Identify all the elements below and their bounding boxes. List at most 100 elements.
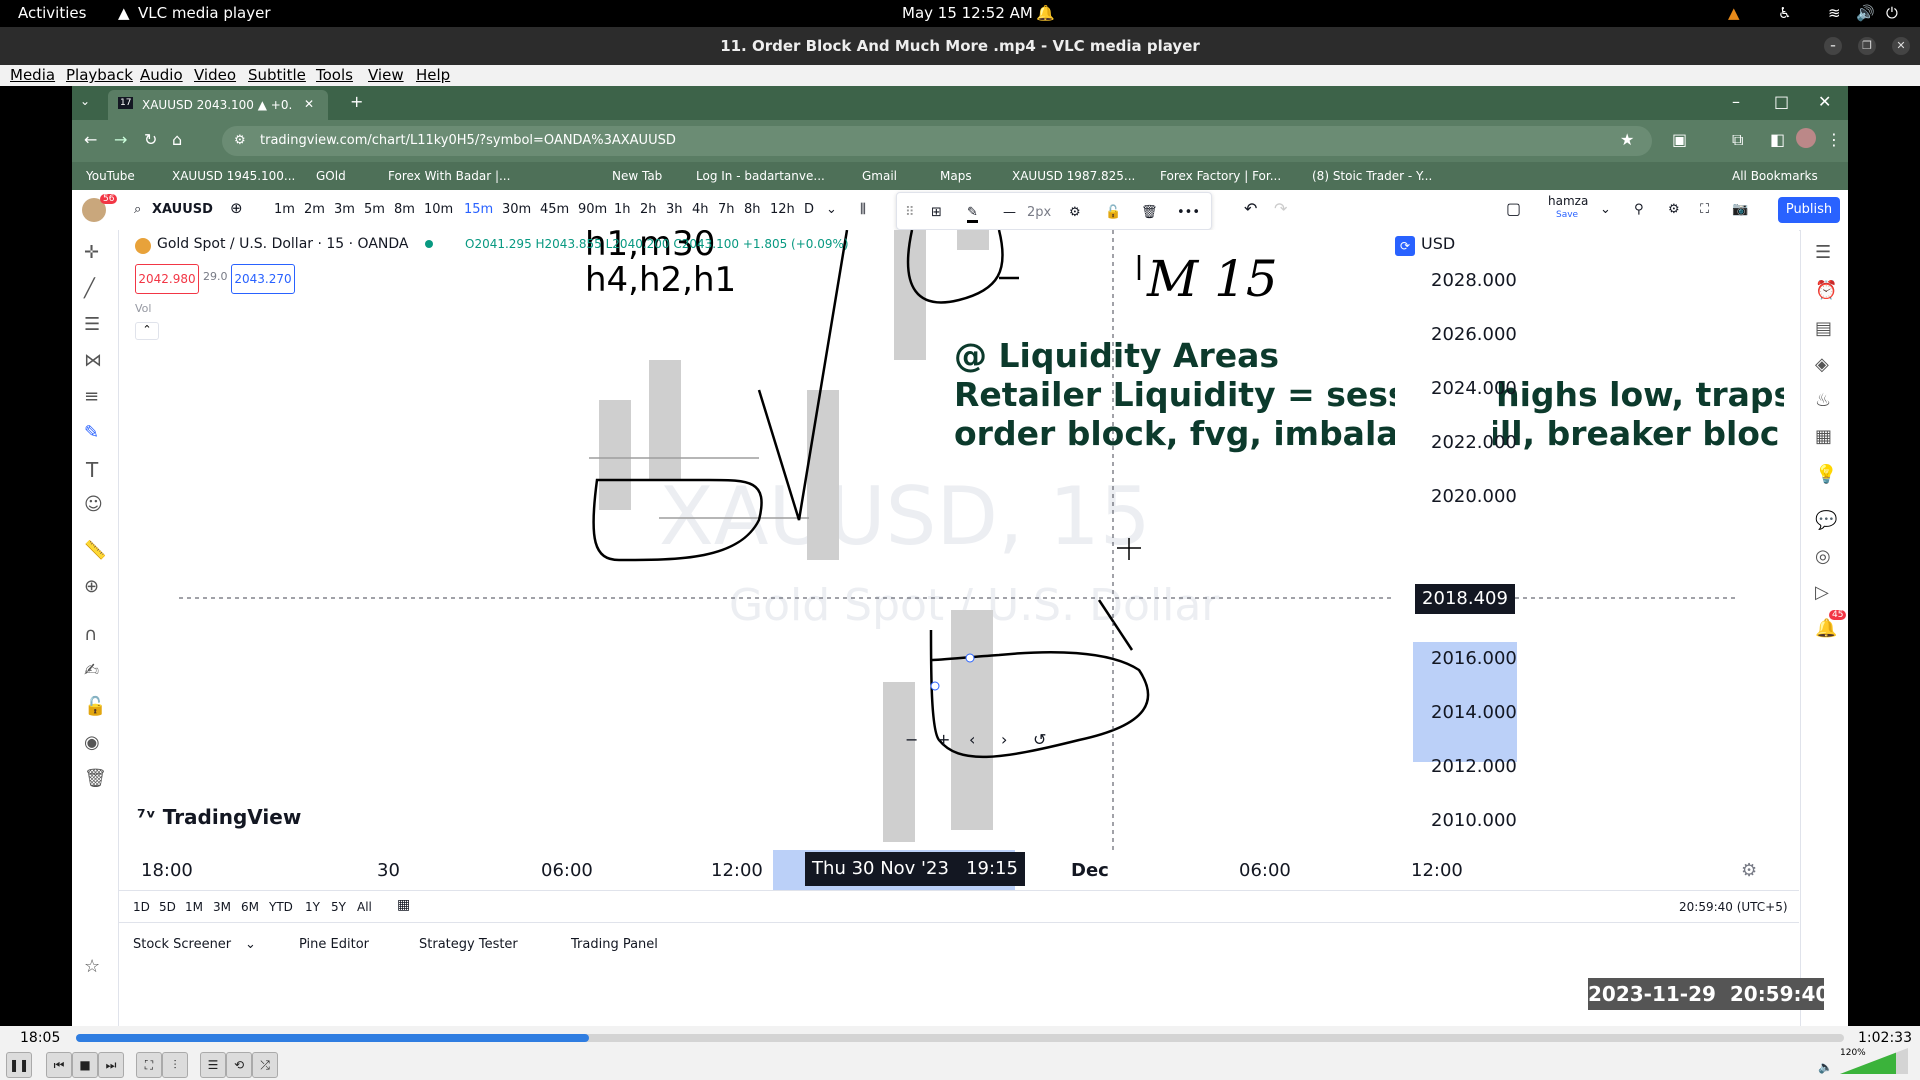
pattern-icon[interactable]: ⋈	[84, 350, 102, 371]
lock-drawings-icon[interactable]: 🔓	[84, 696, 106, 717]
activities-button[interactable]: Activities	[18, 4, 86, 22]
symbol-search-icon[interactable]: ⌕	[134, 202, 141, 217]
range-3m[interactable]: 3M	[213, 900, 231, 914]
tf-2m[interactable]: 2m	[304, 202, 325, 217]
compare-icon[interactable]: ⊕	[230, 199, 243, 217]
elapsed-time[interactable]: 18:05	[20, 1030, 60, 1046]
tab-stock-screener[interactable]: Stock Screener	[133, 937, 231, 952]
vlc-tray-icon[interactable]: ▲	[1728, 4, 1740, 22]
pause-button[interactable]: ❚❚	[6, 1052, 32, 1078]
site-info-icon[interactable]: ⚙	[234, 133, 246, 148]
fullscreen-button[interactable]: ⛶	[136, 1052, 162, 1078]
url-field[interactable]: ⚙ tradingview.com/chart/L11ky0H5/?symbol…	[222, 126, 1652, 156]
volume-legend[interactable]: Vol	[135, 302, 151, 315]
layout-dropdown-icon[interactable]: ⌄	[1600, 202, 1611, 217]
watchlist-star-icon[interactable]: ☆	[84, 956, 100, 977]
accessibility-icon[interactable]: ♿	[1778, 4, 1791, 22]
tf-12h[interactable]: 12h	[770, 202, 795, 217]
tf-3m[interactable]: 3m	[334, 202, 355, 217]
maximize-icon[interactable]: ❐	[1858, 37, 1876, 55]
remove-drawings-icon[interactable]: 🗑	[84, 768, 107, 789]
tf-5m[interactable]: 5m	[364, 202, 385, 217]
bookmark-forex-badar[interactable]: Forex With Badar |...	[388, 169, 510, 183]
play-stream-icon[interactable]: ▷	[1815, 582, 1829, 603]
active-app-label[interactable]: VLC media player	[138, 4, 271, 22]
chart-clock[interactable]: 20:59:40 (UTC+5)	[1679, 900, 1788, 914]
profile-avatar[interactable]	[1796, 128, 1816, 148]
tradingview-logo[interactable]: ⁷ᵛ TradingView	[137, 805, 301, 829]
extended-settings-button[interactable]: ⫶	[162, 1052, 188, 1078]
text-icon[interactable]: T	[86, 458, 98, 482]
shuffle-button[interactable]: ⤮	[252, 1052, 278, 1078]
drawing-delete-icon[interactable]: 🗑	[1141, 205, 1158, 220]
alerts-clock-icon[interactable]: ⏰	[1815, 280, 1837, 301]
tf-7h[interactable]: 7h	[718, 202, 735, 217]
hotlist-icon[interactable]: ♨	[1815, 390, 1831, 411]
range-6m[interactable]: 6M	[241, 900, 259, 914]
crosshair-icon[interactable]: ✛	[84, 242, 99, 263]
fullscreen-icon[interactable]: ⛶	[1700, 202, 1709, 217]
emoji-icon[interactable]: ☺	[84, 494, 103, 515]
magnet-icon[interactable]: ∩	[84, 624, 97, 645]
system-clock[interactable]: May 15 12:52 AM	[902, 4, 1033, 22]
bookmark-xauusd-2[interactable]: XAUUSD 1987.825...	[1012, 169, 1135, 183]
currency-select[interactable]: USD	[1421, 234, 1517, 258]
menu-video[interactable]: Video	[194, 66, 236, 84]
menu-media[interactable]: Media	[10, 66, 55, 84]
bookmark-login[interactable]: Log In - badartanve...	[696, 169, 825, 183]
tf-4h[interactable]: 4h	[692, 202, 709, 217]
tf-3h[interactable]: 3h	[666, 202, 683, 217]
trendline-icon[interactable]: ╱	[84, 278, 95, 299]
line-style-icon[interactable]: —	[1003, 205, 1016, 220]
drag-handle-icon[interactable]: ⠿	[905, 205, 915, 220]
range-all[interactable]: All	[357, 900, 372, 914]
tf-15m[interactable]: 15m	[464, 202, 493, 217]
tab-stock-screener-dropdown-icon[interactable]: ⌄	[245, 937, 256, 952]
tab-trading-panel[interactable]: Trading Panel	[571, 937, 658, 952]
bookmark-stoic-trader[interactable]: (8) Stoic Trader - Y...	[1312, 169, 1432, 183]
symbol-search[interactable]: XAUUSD	[152, 202, 213, 217]
keep-drawing-icon[interactable]: ✍	[84, 660, 99, 681]
close-icon[interactable]: ✕	[1892, 37, 1910, 55]
scroll-right-icon[interactable]: ›	[1001, 730, 1007, 749]
notifications-bell-icon[interactable]: 🔔	[1815, 618, 1837, 639]
drawing-settings-icon[interactable]: ⚙	[1069, 205, 1081, 220]
auto-scale-icon[interactable]: ⟳	[1395, 236, 1415, 256]
zoom-out-icon[interactable]: −	[905, 730, 918, 749]
layout-icon[interactable]: ▢	[1506, 199, 1521, 218]
puzzle-icon[interactable]: ⧉	[1732, 130, 1743, 150]
menu-view[interactable]: View	[368, 66, 404, 84]
template-icon[interactable]: ⊞	[931, 205, 942, 220]
reset-chart-icon[interactable]: ↺	[1033, 730, 1046, 749]
collapse-legend-icon[interactable]: ⌃	[135, 322, 159, 340]
tf-90m[interactable]: 90m	[578, 202, 607, 217]
range-ytd[interactable]: YTD	[269, 900, 293, 914]
seek-bar[interactable]	[76, 1034, 1844, 1042]
fib-icon[interactable]: ☰	[84, 314, 100, 335]
range-5d[interactable]: 5D	[159, 900, 176, 914]
buy-button[interactable]: 2043.270	[231, 264, 295, 294]
tf-10m[interactable]: 10m	[424, 202, 453, 217]
pen-color-icon[interactable]: ✎	[967, 205, 978, 223]
chat-icon[interactable]: 💬	[1815, 510, 1837, 531]
tf-d[interactable]: D	[804, 202, 814, 217]
playlist-button[interactable]: ☰	[200, 1052, 226, 1078]
menu-subtitle[interactable]: Subtitle	[248, 66, 306, 84]
undo-icon[interactable]: ↶	[1244, 199, 1257, 218]
tab-close-icon[interactable]: ✕	[304, 97, 314, 111]
bell-icon[interactable]: 🔔	[1036, 4, 1055, 22]
forward-icon[interactable]: →	[114, 130, 127, 149]
browser-maximize-icon[interactable]: □	[1774, 92, 1789, 111]
browser-menu-icon[interactable]: ⋮	[1826, 130, 1842, 149]
tf-45m[interactable]: 45m	[540, 202, 569, 217]
bookmark-xauusd-1[interactable]: XAUUSD 1945.100...	[172, 169, 295, 183]
watchlist-icon[interactable]: ☰	[1815, 242, 1831, 263]
menu-tools[interactable]: Tools	[316, 66, 353, 84]
tf-dropdown-icon[interactable]: ⌄	[826, 202, 837, 217]
range-5y[interactable]: 5Y	[331, 900, 346, 914]
time-axis-settings-icon[interactable]: ⚙	[1741, 860, 1757, 881]
tab-search-icon[interactable]: ⌄	[80, 94, 90, 108]
back-icon[interactable]: ←	[84, 130, 97, 149]
time-axis[interactable]: 18:00 30 06:00 12:00 Thu 30 Nov '23 19:1…	[119, 850, 1799, 890]
drawing-more-icon[interactable]: •••	[1177, 205, 1200, 220]
